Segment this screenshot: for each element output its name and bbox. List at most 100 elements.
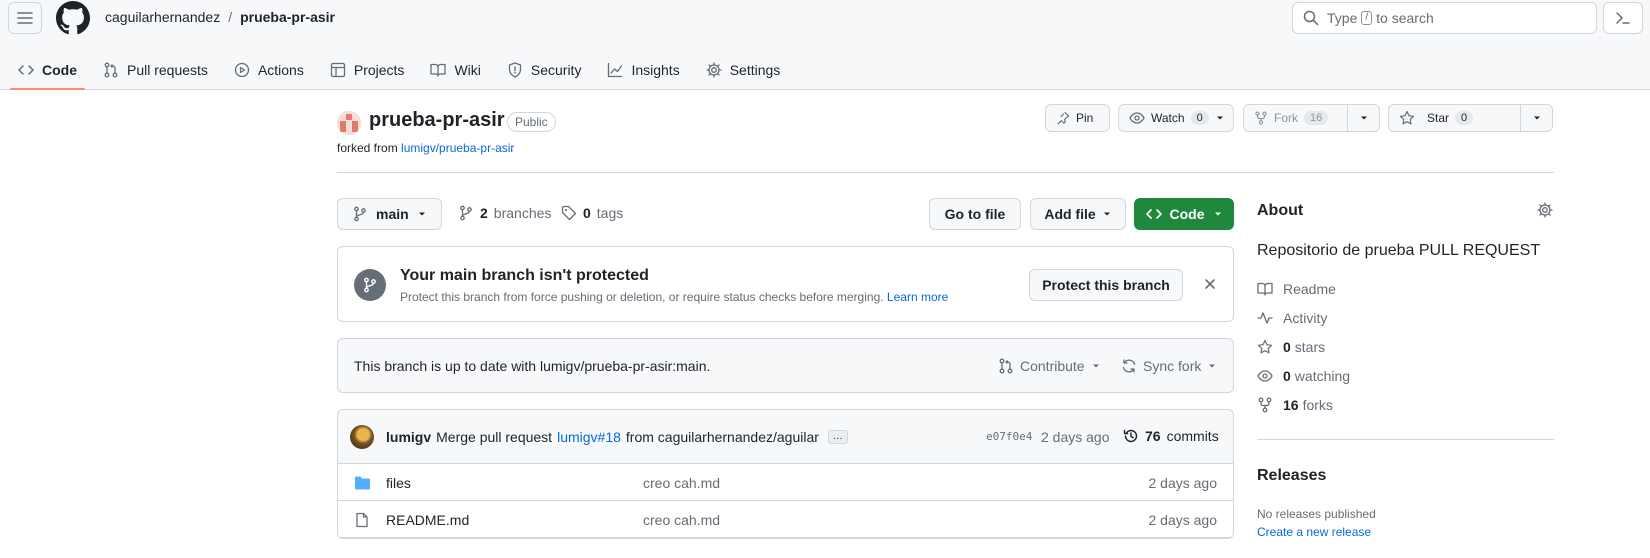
edit-about-button[interactable] (1537, 202, 1553, 218)
tags-link[interactable]: 0 tags (561, 205, 623, 221)
table-row[interactable]: README.md creo cah.md 2 days ago (338, 501, 1233, 538)
file-icon (354, 512, 370, 528)
sync-fork-button[interactable]: Sync fork (1121, 358, 1217, 374)
search-input[interactable]: Type / to search (1292, 2, 1597, 34)
stars-label: stars (1294, 339, 1326, 355)
search-shortcut-key: / (1361, 11, 1373, 25)
create-release-link[interactable]: Create a new release (1257, 525, 1371, 539)
breadcrumb-repo[interactable]: prueba-pr-asir (240, 9, 335, 25)
forks-count: 16 (1283, 397, 1299, 413)
activity-link[interactable]: Activity (1257, 310, 1327, 326)
go-to-file-button[interactable]: Go to file (929, 198, 1021, 230)
fork-button[interactable]: Fork 16 (1244, 105, 1347, 131)
breadcrumb-owner[interactable]: caguilarhernandez (105, 9, 220, 25)
eye-icon (1129, 112, 1145, 124)
expand-commit-button[interactable]: … (827, 430, 848, 444)
folder-icon (354, 475, 371, 491)
app-header: caguilarhernandez / prueba-pr-asir Type … (0, 0, 1650, 90)
no-releases-text: No releases published (1257, 507, 1376, 521)
file-commit-message[interactable]: creo cah.md (643, 512, 720, 528)
code-icon (1145, 209, 1162, 219)
protection-title: Your main branch isn't protected (400, 267, 649, 284)
file-date: 2 days ago (1148, 512, 1218, 528)
tab-projects[interactable]: Projects (322, 50, 413, 90)
table-row[interactable]: files creo cah.md 2 days ago (338, 464, 1233, 501)
file-name[interactable]: files (386, 475, 411, 491)
star-icon (1399, 110, 1415, 125)
sync-status-text: This branch is up to date with lumigv/pr… (354, 358, 711, 374)
caret-down-icon (1216, 116, 1223, 120)
readme-link[interactable]: Readme (1257, 281, 1336, 297)
dismiss-banner-button[interactable] (1203, 277, 1217, 291)
watching-label: watching (1294, 368, 1351, 384)
branch-icon (460, 205, 472, 221)
command-palette-button[interactable] (1603, 2, 1643, 34)
pull-request-link[interactable]: lumigv#18 (557, 429, 621, 445)
play-icon (234, 62, 250, 78)
gear-icon (1537, 202, 1553, 218)
tab-label: Wiki (454, 62, 481, 78)
star-button[interactable]: Star 0 (1389, 105, 1520, 131)
pin-label: Pin (1076, 111, 1094, 125)
watch-button[interactable]: Watch 0 (1118, 104, 1234, 132)
caret-down-icon (1103, 212, 1110, 216)
about-heading: About (1257, 202, 1304, 219)
commits-history-link[interactable]: 76 commits (1123, 428, 1219, 444)
commit-message-pre[interactable]: Merge pull request (436, 429, 552, 445)
watch-count: 0 (1190, 111, 1209, 125)
commit-sha[interactable]: e07f0e4 (986, 430, 1032, 443)
avatar[interactable] (350, 425, 374, 449)
repo-title[interactable]: prueba-pr-asir (369, 109, 505, 132)
menu-button[interactable] (8, 2, 42, 34)
releases-heading[interactable]: Releases (1257, 467, 1326, 485)
visibility-badge: Public (507, 112, 556, 132)
branches-link[interactable]: 2 branches (458, 205, 551, 221)
fork-dropdown[interactable] (1347, 105, 1379, 131)
book-icon (1257, 282, 1273, 296)
stars-link[interactable]: 0 stars (1257, 339, 1325, 355)
tab-label: Projects (353, 62, 405, 78)
tab-pull-requests[interactable]: Pull requests (95, 50, 216, 90)
add-file-button[interactable]: Add file (1030, 198, 1126, 230)
pulse-icon (1257, 312, 1273, 324)
pin-button[interactable]: Pin (1045, 104, 1110, 132)
latest-commit: lumigv Merge pull request lumigv#18 from… (338, 410, 1233, 464)
star-button-group: Star 0 (1388, 104, 1553, 132)
forked-source-link[interactable]: lumigv/prueba-pr-asir (401, 141, 514, 155)
commit-message-post[interactable]: from caguilarhernandez/aguilar (626, 429, 819, 445)
branch-selector[interactable]: main (337, 198, 442, 230)
star-dropdown[interactable] (1520, 105, 1552, 131)
tab-actions[interactable]: Actions (226, 50, 312, 90)
protect-branch-button[interactable]: Protect this branch (1029, 269, 1183, 301)
tab-security[interactable]: Security (499, 50, 590, 90)
code-button[interactable]: Code (1134, 198, 1234, 230)
tab-code[interactable]: Code (10, 50, 85, 90)
terminal-icon (1616, 12, 1630, 24)
file-commit-message[interactable]: creo cah.md (643, 475, 720, 491)
commit-author[interactable]: lumigv (386, 429, 431, 445)
shield-icon (508, 62, 522, 78)
pin-icon (1057, 111, 1070, 125)
tab-wiki[interactable]: Wiki (422, 50, 488, 90)
forks-link[interactable]: 16 forks (1257, 397, 1333, 413)
tab-insights[interactable]: Insights (599, 50, 687, 90)
tab-label: Code (42, 62, 77, 78)
star-count: 0 (1455, 111, 1474, 125)
sync-fork-label: Sync fork (1143, 358, 1202, 374)
file-browser: lumigv Merge pull request lumigv#18 from… (337, 409, 1234, 539)
learn-more-link[interactable]: Learn more (887, 290, 948, 304)
gear-icon (706, 62, 722, 78)
tab-label: Actions (257, 62, 304, 78)
contribute-button[interactable]: Contribute (998, 358, 1101, 374)
sync-icon (1122, 359, 1136, 373)
commits-count: 76 (1145, 428, 1161, 444)
code-button-label: Code (1169, 206, 1205, 222)
fork-label: Fork (1274, 111, 1298, 125)
watching-link[interactable]: 0 watching (1257, 368, 1350, 384)
protection-desc-text: Protect this branch from force pushing o… (400, 290, 884, 304)
tags-label: tags (596, 205, 624, 221)
tab-settings[interactable]: Settings (698, 50, 789, 90)
github-logo-icon[interactable] (56, 1, 90, 35)
file-name[interactable]: README.md (386, 512, 469, 528)
table-icon (330, 62, 346, 78)
